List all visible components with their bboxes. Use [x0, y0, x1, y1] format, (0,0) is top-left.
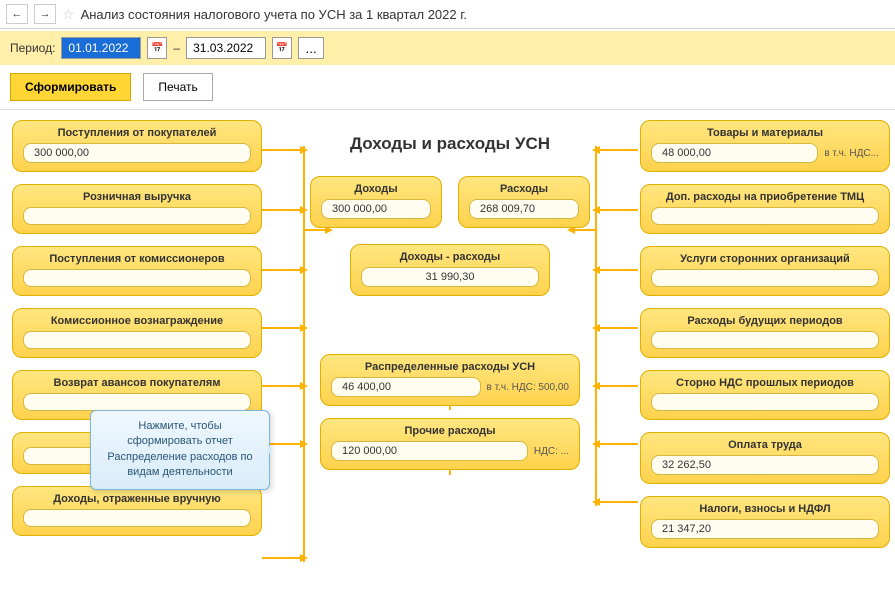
block-goods-materials[interactable]: Товары и материалы 48 000,00 в т.ч. НДС.… — [640, 120, 890, 172]
diagram-title: Доходы и расходы УСН — [310, 134, 590, 154]
period-more-button[interactable]: ... — [298, 37, 324, 59]
calendar-icon: 📅 — [276, 43, 288, 54]
block-customer-payments[interactable]: Поступления от покупателей 300 000,00 — [12, 120, 262, 172]
block-deferred-expenses[interactable]: Расходы будущих периодов — [640, 308, 890, 358]
generate-button[interactable]: Сформировать — [10, 73, 131, 101]
block-distributed-expenses[interactable]: Распределенные расходы УСН 46 400,00 в т… — [320, 354, 580, 406]
block-retail-revenue[interactable]: Розничная выручка — [12, 184, 262, 234]
block-commissioner-payments[interactable]: Поступления от комиссионеров — [12, 246, 262, 296]
date-to-input[interactable] — [186, 37, 266, 59]
period-bar: Период: 📅 – 📅 ... — [0, 31, 895, 65]
block-payroll[interactable]: Оплата труда 32 262,50 — [640, 432, 890, 484]
block-taxes-contributions[interactable]: Налоги, взносы и НДФЛ 21 347,20 — [640, 496, 890, 548]
star-icon[interactable]: ☆ — [62, 6, 75, 23]
period-dash: – — [173, 41, 180, 55]
diagram-area: Поступления от покупателей 300 000,00 Ро… — [0, 110, 895, 600]
block-third-party-services[interactable]: Услуги сторонних организаций — [640, 246, 890, 296]
toolbar: Сформировать Печать — [0, 65, 895, 110]
block-income-minus-expense[interactable]: Доходы - расходы 31 990,30 — [350, 244, 550, 296]
block-expense[interactable]: Расходы 268 009,70 — [458, 176, 590, 228]
print-button[interactable]: Печать — [143, 73, 212, 101]
calendar-icon: 📅 — [151, 43, 163, 54]
tooltip-hint: Нажмите, чтобы сформировать отчет Распре… — [90, 410, 270, 490]
header-bar: ← → ☆ Анализ состояния налогового учета … — [0, 0, 895, 29]
center-column: Доходы и расходы УСН Доходы 300 000,00 Р… — [310, 120, 590, 482]
right-column: Товары и материалы 48 000,00 в т.ч. НДС.… — [640, 120, 890, 560]
period-label: Период: — [10, 41, 55, 55]
block-additional-tmc-expenses[interactable]: Доп. расходы на приобретение ТМЦ — [640, 184, 890, 234]
page-title: Анализ состояния налогового учета по УСН… — [81, 7, 467, 22]
forward-button[interactable]: → — [34, 4, 56, 24]
date-from-input[interactable] — [61, 37, 141, 59]
calendar-from-button[interactable]: 📅 — [147, 37, 167, 59]
back-button[interactable]: ← — [6, 4, 28, 24]
block-income[interactable]: Доходы 300 000,00 — [310, 176, 442, 228]
block-commission-fee[interactable]: Комиссионное вознаграждение — [12, 308, 262, 358]
block-vat-reversal[interactable]: Сторно НДС прошлых периодов — [640, 370, 890, 420]
block-other-expenses[interactable]: Прочие расходы 120 000,00 НДС: ... — [320, 418, 580, 470]
block-manual-income[interactable]: Доходы, отраженные вручную — [12, 486, 262, 536]
calendar-to-button[interactable]: 📅 — [272, 37, 292, 59]
